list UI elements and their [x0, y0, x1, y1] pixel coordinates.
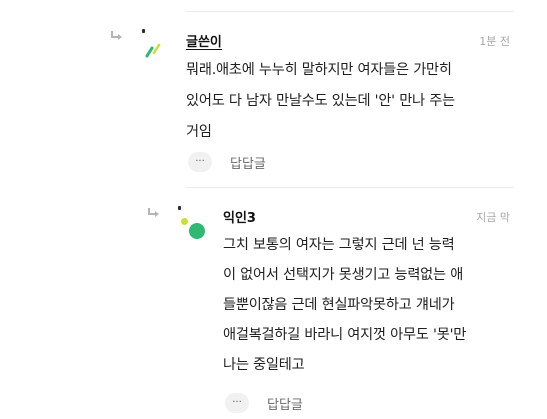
avatar[interactable]	[172, 204, 212, 242]
comment-line: 이 없어서 선택지가 못생기고 능력없는 애	[223, 267, 464, 283]
comment-line: 뭐래.애초에 누누히 말하지만 여자들은 가만히	[186, 62, 452, 78]
comment-author[interactable]: 글쓴이	[186, 31, 222, 50]
comment-actions: ··· 답답글	[225, 392, 303, 414]
avatar[interactable]	[135, 28, 167, 62]
comment-body: 그치 보통의 여자는 그렇지 근데 넌 능력 이 없어서 선택지가 못생기고 능…	[223, 234, 466, 384]
reply-arrow-icon	[110, 30, 124, 42]
comment-thread: 글쓴이 1분 전 뭐래.애초에 누누히 말하지만 여자들은 가만히 있어도 다 …	[0, 0, 547, 419]
comment-time: 1분 전	[479, 35, 510, 48]
comment-actions: ··· 답답글	[188, 151, 266, 173]
divider	[186, 187, 514, 188]
comment-author[interactable]: 익인3	[223, 207, 256, 226]
more-options-button[interactable]: ···	[225, 393, 249, 413]
divider	[186, 11, 514, 12]
comment-time: 지금 막	[476, 211, 510, 224]
comment-line: 들뿐이잖음 근데 현실파악못하고 걔네가	[223, 297, 455, 313]
comment-line: 거임	[186, 124, 212, 140]
comment-line: 그치 보통의 여자는 그렇지 근데 넌 능력	[223, 237, 455, 253]
reply-arrow-icon	[147, 207, 161, 219]
reply-button[interactable]: 답답글	[230, 153, 266, 172]
comment-line: 애걸복걸하길 바라니 여지껏 아무도 '못'만	[223, 327, 467, 343]
more-options-button[interactable]: ···	[188, 152, 212, 172]
comment-line: 있어도 다 남자 만날수도 있는데 '안' 만나 주는	[186, 93, 455, 109]
comment-body: 뭐래.애초에 누누히 말하지만 여자들은 가만히 있어도 다 남자 만날수도 있…	[186, 59, 455, 152]
comment-line: 나는 중일테고	[223, 357, 305, 373]
reply-button[interactable]: 답답글	[267, 394, 303, 413]
